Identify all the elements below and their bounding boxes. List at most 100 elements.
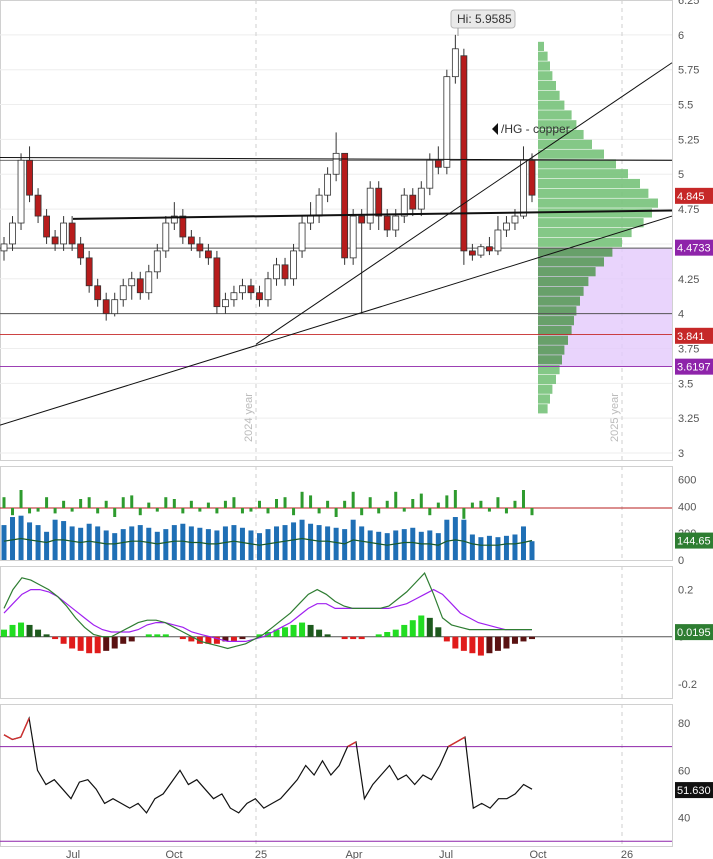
- volume-profile-bar: [538, 188, 649, 198]
- macd-histogram-bar: [52, 636, 59, 640]
- macd-histogram-bar: [426, 617, 433, 637]
- candle-body: [477, 246, 485, 256]
- macd-histogram-bar: [282, 627, 289, 637]
- price-tick-label: 3.75: [678, 343, 699, 355]
- candle-body: [392, 215, 400, 231]
- volume-change-bar: [11, 508, 15, 516]
- volume-change-bar: [462, 508, 466, 519]
- macd-panel: 0.20-0.20.0195: [0, 566, 713, 698]
- volume-bar: [529, 541, 535, 560]
- macd-histogram-bar: [520, 636, 527, 642]
- macd-histogram-bar: [401, 624, 408, 637]
- volume-bar: [469, 534, 475, 560]
- macd-histogram-bar: [290, 624, 297, 637]
- macd-histogram-bar: [18, 622, 25, 637]
- volume-change-bar: [130, 495, 134, 508]
- volume-tick-label: 600: [678, 474, 696, 486]
- price-tick-label: 3: [678, 448, 684, 460]
- volume-change-bar: [28, 508, 32, 514]
- volume-change-bar: [470, 502, 474, 508]
- candle-body: [85, 257, 93, 287]
- candle-body: [230, 292, 238, 301]
- volume-change-bar: [326, 500, 330, 508]
- macd-histogram-bar: [503, 636, 510, 649]
- candle-body: [43, 215, 50, 238]
- volume-change-bar: [436, 502, 440, 508]
- volume-profile-bar: [538, 237, 622, 247]
- candle-body: [153, 250, 161, 273]
- macd-histogram-bar: [486, 636, 493, 654]
- price-tag-label: 3.6197: [677, 362, 711, 374]
- volume-change-bar: [479, 500, 483, 508]
- volume-profile-bar: [538, 384, 553, 394]
- x-tick-label: Oct: [165, 849, 182, 859]
- volume-bar: [495, 537, 501, 560]
- volume-change-bar: [121, 497, 125, 508]
- price-tick-label: 6.25: [678, 0, 699, 7]
- candle-body: [434, 159, 442, 168]
- macd-histogram-bar: [529, 636, 535, 640]
- volume-change-bar: [249, 508, 253, 512]
- macd-histogram-bar: [230, 636, 237, 642]
- volume-change-bar: [189, 500, 193, 508]
- candle-body: [460, 55, 468, 252]
- rsi-tag-label: 51.630: [677, 785, 711, 797]
- volume-bar: [342, 529, 348, 560]
- candle-body: [264, 278, 272, 301]
- volume-bar: [308, 523, 314, 560]
- candle-body: [400, 194, 408, 217]
- candle-body: [204, 250, 212, 259]
- volume-change-bar: [487, 508, 491, 512]
- rsi-overbought-segment: [347, 741, 357, 748]
- volume-bar: [325, 526, 331, 560]
- macd-histogram-bar: [375, 634, 382, 637]
- volume-change-bar: [45, 497, 49, 508]
- volume-change-bar: [104, 500, 108, 508]
- volume-panel: 6004002000144.65: [0, 466, 713, 567]
- candle-body: [332, 152, 340, 175]
- symbol-label: /HG - copper: [501, 122, 570, 136]
- volume-profile-bar: [538, 257, 604, 267]
- volume-tick-label: 400: [678, 501, 696, 513]
- candle-body: [417, 187, 425, 210]
- volume-bar: [137, 525, 143, 560]
- volume-profile-bar: [538, 374, 556, 385]
- price-tag-label: 4.4733: [677, 243, 711, 255]
- volume-bar: [299, 519, 305, 560]
- candle-body: [187, 236, 195, 245]
- volume-change-bar: [215, 508, 219, 514]
- volume-bar: [248, 530, 254, 560]
- volume-profile-bar: [538, 345, 565, 355]
- volume-profile-bar: [538, 90, 560, 100]
- candle-body: [494, 229, 502, 252]
- volume-change-bar: [300, 491, 304, 508]
- macd-histogram-bar: [9, 624, 16, 637]
- macd-histogram-bar: [460, 636, 467, 651]
- volume-tag-label: 144.65: [677, 536, 711, 548]
- volume-change-bar: [411, 499, 415, 508]
- volume-change-bar: [223, 500, 227, 508]
- candle-body: [511, 215, 519, 224]
- candle-body: [51, 236, 59, 245]
- candle-body: [222, 299, 229, 308]
- candle-body: [60, 222, 68, 245]
- volume-change-bar: [377, 508, 381, 514]
- candle-body: [196, 243, 204, 252]
- volume-profile-bar: [538, 100, 565, 110]
- volume-change-bar: [428, 508, 432, 516]
- macd-histogram-bar: [239, 636, 246, 640]
- volume-change-bar: [343, 500, 347, 508]
- volume-bar: [461, 519, 467, 560]
- volume-bar: [163, 529, 169, 560]
- macd-tick-label: -0.2: [678, 679, 697, 691]
- volume-bar: [44, 531, 50, 560]
- volume-bar: [78, 527, 84, 560]
- volume-change-bar: [445, 495, 449, 508]
- volume-bar: [444, 519, 450, 560]
- volume-change-bar: [70, 508, 74, 512]
- macd-histogram-bar: [477, 636, 484, 656]
- candle-body: [375, 187, 383, 217]
- x-tick-label: 26: [621, 849, 633, 859]
- volume-bar: [10, 517, 16, 560]
- volume-bar: [112, 533, 118, 560]
